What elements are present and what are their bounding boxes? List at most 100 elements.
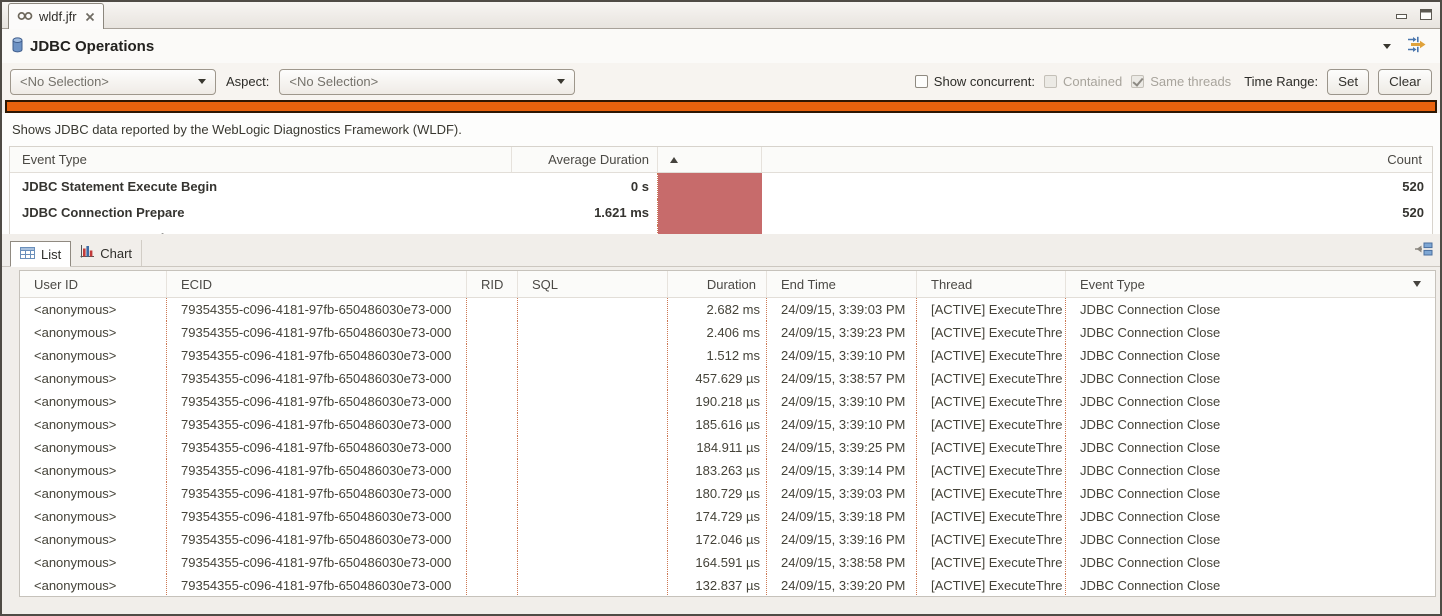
editor-tab-wldf[interactable]: wldf.jfr [8,3,104,29]
cell-event-type: JDBC Connection Close [1066,413,1435,436]
table-row[interactable]: <anonymous> 79354355-c096-4181-97fb-6504… [20,528,1435,551]
cell-user-id: <anonymous> [20,459,167,482]
aspect-combo[interactable]: <No Selection> [279,69,575,95]
cell-end-time: 24/09/15, 3:39:10 PM [767,413,917,436]
header-duration[interactable]: Duration [668,271,767,297]
header-average-duration[interactable]: Average Duration [512,147,658,172]
cell-end-time: 24/09/15, 3:38:58 PM [767,551,917,574]
filter-toolbar: <No Selection> Aspect: <No Selection> Sh… [2,63,1440,100]
cell-sql [518,321,668,344]
cell-duration: 172.046 µs [668,528,767,551]
cell-event-type: JDBC Connection Close [1066,505,1435,528]
selection-combo-value: <No Selection> [20,74,109,89]
header-count[interactable]: Count [762,147,1432,172]
cell-ecid: 79354355-c096-4181-97fb-650486030e73-000 [167,321,467,344]
set-button[interactable]: Set [1327,69,1369,95]
table-row[interactable]: <anonymous> 79354355-c096-4181-97fb-6504… [20,436,1435,459]
header-rid[interactable]: RID [467,271,518,297]
selection-combo[interactable]: <No Selection> [10,69,216,95]
summary-table-row[interactable]: JDBC Connection Prepare 1.621 ms 520 [10,199,1432,225]
cell-sql [518,551,668,574]
table-row[interactable]: <anonymous> 79354355-c096-4181-97fb-6504… [20,367,1435,390]
view-menu-icon[interactable] [1383,44,1391,49]
cell-thread: [ACTIVE] ExecuteThre [917,574,1066,597]
editor-tab-label: wldf.jfr [39,9,77,24]
cell-sql [518,413,668,436]
cell-ecid: 79354355-c096-4181-97fb-650486030e73-000 [167,367,467,390]
view-tab-bar: List Chart [2,234,1440,270]
cell-user-id: <anonymous> [20,574,167,597]
aspect-label: Aspect: [226,74,269,89]
show-concurrent-label: Show concurrent: [934,74,1035,89]
table-row[interactable]: <anonymous> 79354355-c096-4181-97fb-6504… [20,459,1435,482]
header-user-id[interactable]: User ID [20,271,167,297]
cell-duration: 2.682 ms [668,298,767,321]
table-row[interactable]: <anonymous> 79354355-c096-4181-97fb-6504… [20,390,1435,413]
cell-duration: 1.512 ms [668,344,767,367]
header-event-type[interactable]: Event Type [1066,271,1435,297]
cell-sql [518,459,668,482]
header-sql[interactable]: SQL [518,271,668,297]
minimize-icon[interactable] [1396,8,1408,23]
page-header: JDBC Operations [2,29,1440,63]
close-icon[interactable] [85,12,95,22]
table-row[interactable]: <anonymous> 79354355-c096-4181-97fb-6504… [20,298,1435,321]
cell-end-time: 24/09/15, 3:39:20 PM [767,574,917,597]
tab-chart-label: Chart [100,246,132,261]
cell-rid [467,528,518,551]
flight-recorder-icon [17,9,33,24]
tab-chart[interactable]: Chart [71,240,142,266]
header-ecid[interactable]: ECID [167,271,467,297]
header-end-time[interactable]: End Time [767,271,917,297]
contained-label: Contained [1063,74,1122,89]
table-row[interactable]: <anonymous> 79354355-c096-4181-97fb-6504… [20,413,1435,436]
cell-ecid: 79354355-c096-4181-97fb-650486030e73-000 [167,574,467,597]
cell-rid [467,482,518,505]
cell-thread: [ACTIVE] ExecuteThre [917,528,1066,551]
bar-chart-icon [80,245,94,261]
table-row[interactable]: <anonymous> 79354355-c096-4181-97fb-6504… [20,505,1435,528]
cell-user-id: <anonymous> [20,298,167,321]
cell-event-type: JDBC Connection Close [1066,574,1435,597]
cell-duration: 132.837 µs [668,574,767,597]
tab-list[interactable]: List [10,241,71,267]
summary-table-body: JDBC Statement Execute Begin 0 s 520 JDB… [10,173,1432,234]
cell-thread: [ACTIVE] ExecuteThre [917,390,1066,413]
cell-user-id: <anonymous> [20,505,167,528]
cell-rid [467,413,518,436]
header-thread[interactable]: Thread [917,271,1066,297]
cell-ecid: 79354355-c096-4181-97fb-650486030e73-000 [167,413,467,436]
table-row[interactable]: <anonymous> 79354355-c096-4181-97fb-6504… [20,482,1435,505]
maximize-icon[interactable] [1420,8,1432,23]
cell-thread: [ACTIVE] ExecuteThre [917,482,1066,505]
summary-table-row[interactable]: JDBC Statement Creation 159.374 µs 520 [10,225,1432,234]
cell-ecid: 79354355-c096-4181-97fb-650486030e73-000 [167,298,467,321]
link-to-table-icon[interactable] [1414,242,1433,259]
cell-event-type: JDBC Connection Prepare [10,199,512,225]
cell-thread: [ACTIVE] ExecuteThre [917,413,1066,436]
cell-event-type: JDBC Connection Close [1066,459,1435,482]
sort-ascending-icon [670,157,678,163]
table-row[interactable]: <anonymous> 79354355-c096-4181-97fb-6504… [20,551,1435,574]
cell-sql [518,436,668,459]
time-range-bar[interactable] [5,100,1437,113]
detail-table: User ID ECID RID SQL Duration End Time T… [19,270,1436,597]
cell-end-time: 24/09/15, 3:39:03 PM [767,482,917,505]
cell-sql [518,528,668,551]
sort-descending-icon [1413,281,1421,287]
table-row[interactable]: <anonymous> 79354355-c096-4181-97fb-6504… [20,344,1435,367]
navigate-association-icon[interactable] [1407,36,1426,56]
table-grid-icon [20,247,35,262]
cell-rid [467,298,518,321]
show-concurrent-checkbox[interactable] [915,75,928,88]
cell-user-id: <anonymous> [20,390,167,413]
clear-button[interactable]: Clear [1378,69,1432,95]
table-row[interactable]: <anonymous> 79354355-c096-4181-97fb-6504… [20,321,1435,344]
cell-user-id: <anonymous> [20,321,167,344]
header-event-type[interactable]: Event Type [10,147,512,172]
cell-event-type: JDBC Connection Close [1066,482,1435,505]
summary-table-row[interactable]: JDBC Statement Execute Begin 0 s 520 [10,173,1432,199]
cell-end-time: 24/09/15, 3:39:25 PM [767,436,917,459]
header-duration-bar[interactable] [658,147,762,172]
table-row[interactable]: <anonymous> 79354355-c096-4181-97fb-6504… [20,574,1435,597]
